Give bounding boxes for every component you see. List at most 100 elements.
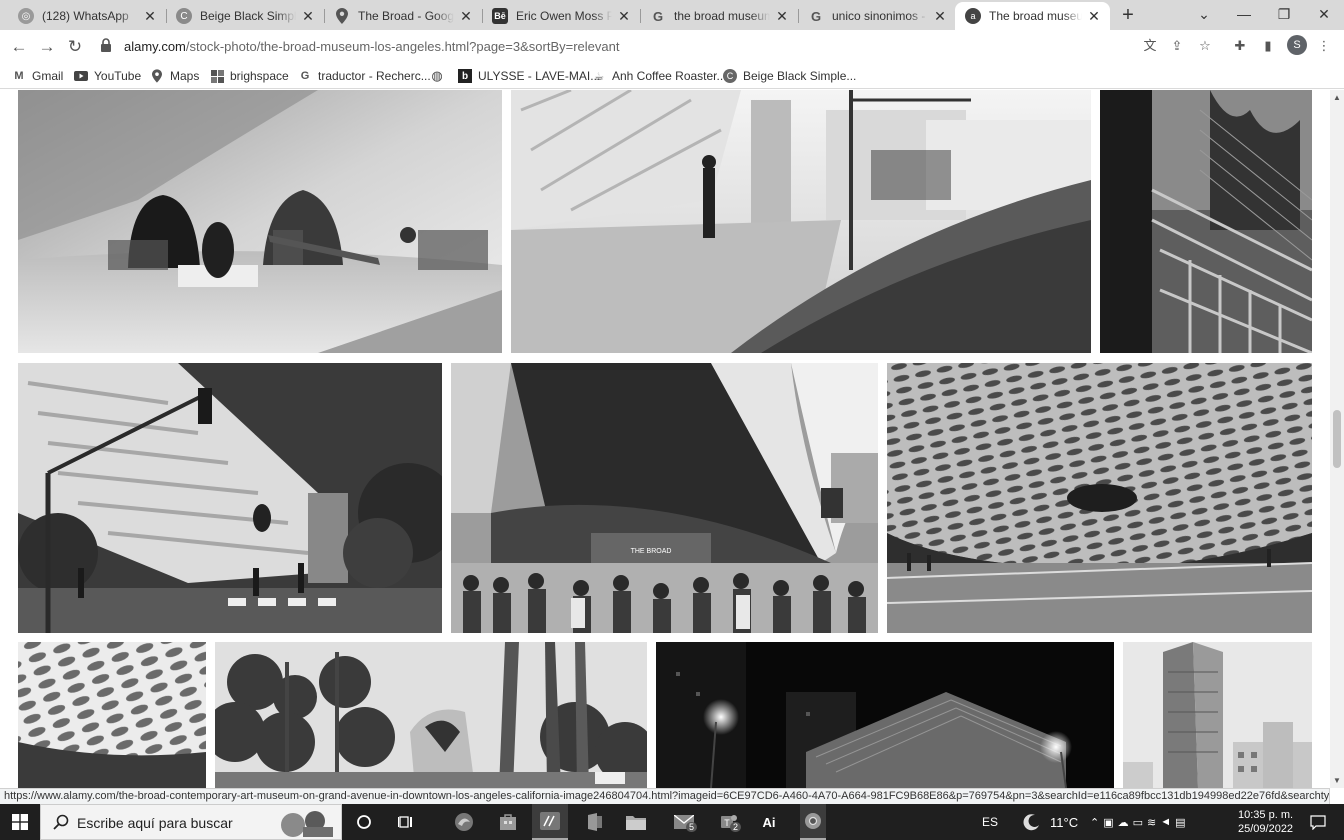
chrome-icon[interactable] — [800, 804, 826, 840]
browser-toolbar: ← → ↻ alamy.com/stock-photo/the-broad-mu… — [0, 30, 1344, 62]
tab-search-button[interactable]: ⌄ — [1184, 0, 1224, 30]
photo-downtown-towers[interactable] — [1123, 642, 1312, 788]
chat-icon[interactable]: ▤ — [1175, 816, 1189, 829]
cloud-icon[interactable]: ☁ — [1118, 816, 1133, 829]
keyboard-language[interactable]: ES — [982, 804, 998, 840]
tab-title: The Broad - Google Maps — [358, 9, 454, 23]
url-text[interactable]: alamy.com/stock-photo/the-broad-museum-l… — [124, 39, 619, 54]
camera-icon[interactable]: ▣ — [1103, 816, 1117, 829]
tab-title: (128) WhatsApp — [42, 9, 129, 23]
share-icon[interactable]: ⇪ — [1167, 36, 1187, 56]
bookmark-youtube[interactable]: YouTube — [74, 67, 141, 85]
bookmark-traductor[interactable]: G traductor - Recherc... — [298, 67, 431, 85]
new-tab-button[interactable]: + — [1117, 4, 1139, 26]
photo-veil-facade-closeup[interactable] — [18, 642, 206, 788]
reload-button[interactable]: ↻ — [62, 34, 88, 60]
photo-night-exterior[interactable] — [656, 642, 1114, 788]
photo-image — [18, 363, 442, 633]
edge-icon[interactable] — [450, 804, 478, 840]
tab-title: Beige Black Simple Modern — [200, 9, 296, 23]
google-icon: G — [300, 70, 310, 82]
scrollbar-thumb[interactable] — [1333, 410, 1341, 468]
close-tab-icon[interactable]: ✕ — [300, 8, 316, 25]
maps-pin-icon — [334, 8, 350, 24]
canva-icon: C — [176, 8, 192, 24]
photo-street-corner-exterior[interactable] — [18, 363, 442, 633]
translate-icon[interactable]: 文 — [1140, 36, 1160, 56]
weather-moon-icon[interactable] — [1020, 804, 1044, 840]
bookmark-ulysse[interactable]: b ULYSSE - LAVE-MAI... — [458, 67, 600, 85]
extensions-icon[interactable]: ✚ — [1230, 36, 1250, 56]
globe-icon: ◍ — [431, 68, 443, 83]
photo-interior-vault-lobby[interactable] — [18, 90, 502, 353]
document-app-icon[interactable] — [580, 804, 608, 840]
task-view-icon[interactable] — [392, 804, 420, 840]
mail-app-icon[interactable]: 5 — [668, 804, 700, 840]
back-button[interactable]: ← — [6, 34, 32, 60]
clock-date: 25/09/2022 — [1238, 823, 1294, 835]
tab-behance[interactable]: Bē Eric Owen Moss Proyectos ✕ — [482, 2, 640, 30]
tab-alamy-active[interactable]: a The broad museum los angeles ✕ — [955, 2, 1110, 30]
teams-icon[interactable]: T 2 — [712, 804, 744, 840]
forward-button[interactable]: → — [34, 34, 60, 60]
close-window-button[interactable]: ✕ — [1304, 0, 1344, 30]
close-tab-icon[interactable]: ✕ — [458, 8, 474, 25]
file-explorer-icon[interactable] — [622, 804, 650, 840]
close-tab-icon[interactable]: ✕ — [932, 8, 948, 25]
minimize-button[interactable]: — — [1224, 0, 1264, 30]
clock[interactable]: 10:35 p. m. 25/09/2022 — [1238, 804, 1293, 840]
start-button[interactable] — [0, 804, 40, 840]
illustrator-icon[interactable]: Ai — [755, 804, 783, 840]
bookmark-star-icon[interactable]: ☆ — [1195, 36, 1215, 56]
profile-avatar[interactable]: S — [1287, 35, 1307, 55]
windows-taskbar: Escribe aquí para buscar 5 T 2 Ai ES 11°… — [0, 804, 1344, 840]
bookmark-gmail[interactable]: M Gmail — [12, 67, 63, 85]
system-tray-icons[interactable]: ⌃ ▣ ☁ ▭ ≋ ◄ ▤ — [1090, 804, 1190, 840]
photo-veil-facade-street[interactable] — [887, 363, 1312, 633]
scroll-down-arrow-icon[interactable]: ▼ — [1333, 776, 1341, 785]
cortana-icon[interactable] — [350, 804, 378, 840]
restore-button[interactable]: ❐ — [1264, 0, 1304, 30]
tab-google-search-sinonimos[interactable]: G unico sinonimos - Recherche ✕ — [798, 2, 956, 30]
weather-temperature[interactable]: 11°C — [1050, 804, 1078, 840]
chevron-up-icon[interactable]: ⌃ — [1090, 816, 1103, 829]
volume-icon[interactable]: ◄ — [1160, 816, 1175, 828]
photo-entrance-crowd[interactable]: THE BROAD — [451, 363, 878, 633]
tab-google-search-interior[interactable]: G the broad museum interior ✕ — [640, 2, 798, 30]
wifi-icon[interactable]: ≋ — [1147, 816, 1160, 829]
gmail-icon: M — [14, 70, 24, 82]
scroll-up-arrow-icon[interactable]: ▲ — [1333, 93, 1341, 102]
grid-icon — [210, 69, 224, 83]
clock-time: 10:35 p. m. — [1238, 809, 1294, 821]
bookmark-brighspace[interactable]: brighspace — [210, 67, 289, 85]
menu-kebab-icon[interactable]: ⋮ — [1314, 36, 1334, 56]
photo-stairway-railing[interactable] — [1100, 90, 1312, 353]
photo-palm-trees-sculpture[interactable] — [215, 642, 647, 788]
store-icon[interactable] — [494, 804, 522, 840]
photo-plaza-walkway-grass[interactable] — [511, 90, 1091, 353]
battery-icon[interactable]: ▭ — [1133, 816, 1147, 829]
photo-image — [656, 642, 1114, 788]
bookmark-globe[interactable]: ◍ — [430, 67, 450, 85]
close-tab-icon[interactable]: ✕ — [616, 8, 632, 25]
address-bar[interactable]: alamy.com/stock-photo/the-broad-museum-l… — [92, 33, 1224, 59]
bookmark-canva[interactable]: C Beige Black Simple... — [723, 67, 856, 85]
bookmark-maps[interactable]: Maps — [150, 67, 199, 85]
tab-whatsapp[interactable]: ◎ (128) WhatsApp ✕ — [8, 2, 166, 30]
windows-logo-icon — [12, 814, 28, 830]
close-tab-icon[interactable]: ✕ — [774, 8, 790, 25]
photo-image: THE BROAD — [451, 363, 878, 633]
taskbar-search-box[interactable]: Escribe aquí para buscar — [40, 804, 342, 840]
app-active-icon[interactable] — [532, 804, 568, 840]
tab-canva[interactable]: C Beige Black Simple Modern ✕ — [166, 2, 324, 30]
notifications-icon[interactable] — [1306, 804, 1330, 840]
side-panel-icon[interactable]: ▮ — [1258, 36, 1278, 56]
close-tab-icon[interactable]: ✕ — [142, 8, 158, 25]
bookmark-coffee[interactable]: ☕ Anh Coffee Roaster... — [592, 67, 726, 85]
photo-image — [1100, 90, 1312, 353]
close-tab-icon[interactable]: ✕ — [1086, 8, 1102, 25]
bookmark-label: Maps — [170, 69, 200, 83]
page-scrollbar[interactable]: ▲ ▼ — [1330, 90, 1344, 788]
tab-maps[interactable]: The Broad - Google Maps ✕ — [324, 2, 482, 30]
photo-image — [18, 642, 206, 788]
